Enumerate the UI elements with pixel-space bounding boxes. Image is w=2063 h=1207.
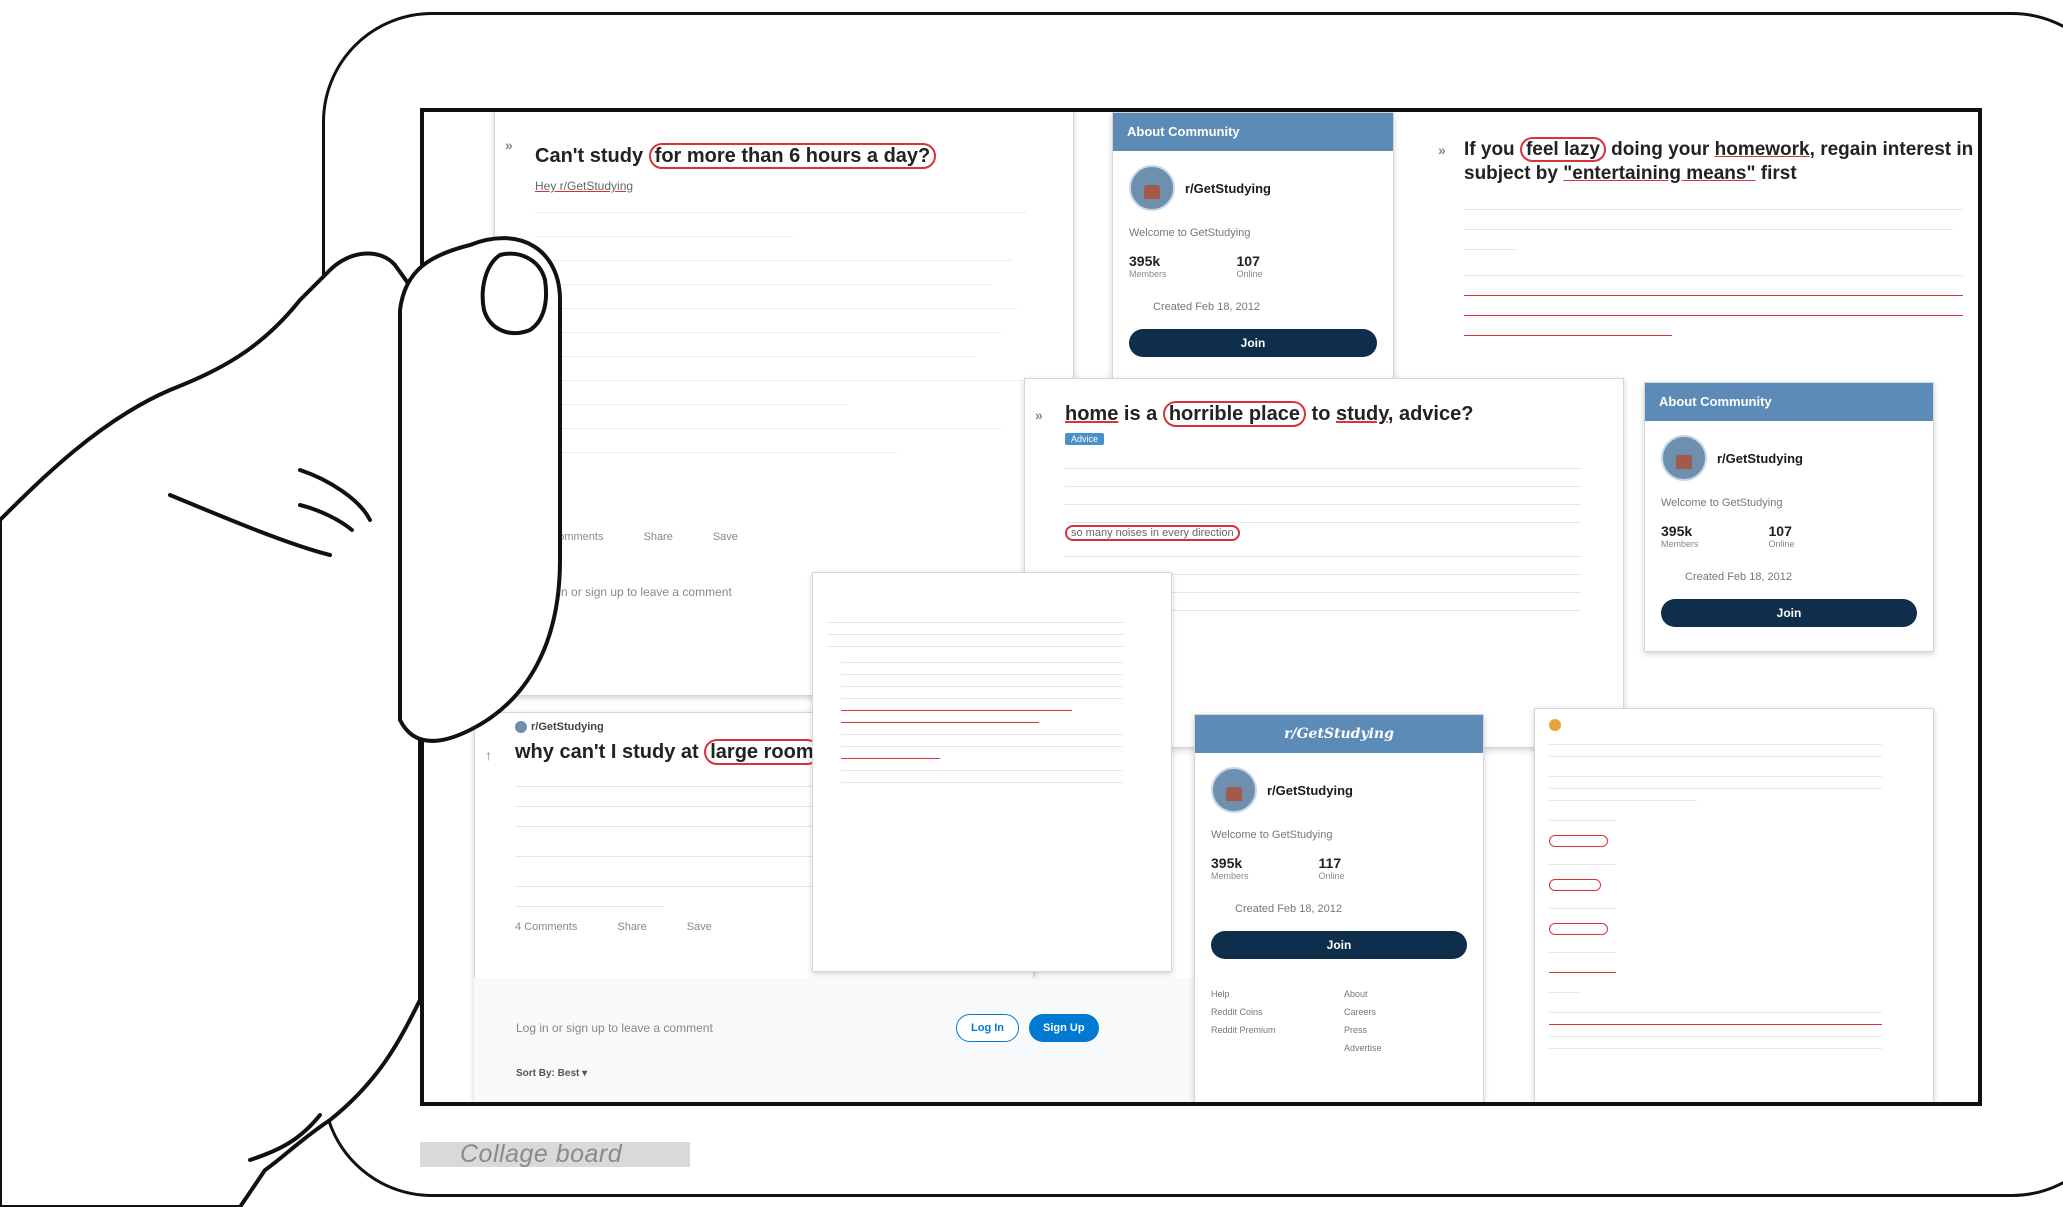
post-title[interactable]: home is a horrible place to study, advic… <box>1065 401 1603 427</box>
post-meta <box>1065 385 1603 397</box>
post-greeting: Hey r/GetStudying <box>535 179 634 193</box>
comment-body <box>827 617 1157 783</box>
created-date: Created Feb 18, 2012 <box>1235 903 1343 915</box>
online-label: Online <box>1318 871 1345 881</box>
post-body <box>535 203 1053 513</box>
about-community-widget: About Community r/GetStudying Welcome to… <box>1644 382 1934 652</box>
post-card-lazy: » If you feel lazy doing your homework, … <box>1434 112 1978 412</box>
caption-label: Collage board <box>420 1142 690 1167</box>
share-button[interactable]: Share <box>617 921 646 933</box>
award-icon: » <box>1438 142 1446 158</box>
comment-body <box>1549 739 1919 1049</box>
about-header: About Community <box>1113 113 1393 151</box>
footer-link[interactable]: Careers <box>1344 1007 1467 1017</box>
signup-button[interactable]: Sign Up <box>1029 1014 1099 1042</box>
share-button[interactable]: Share <box>643 531 672 543</box>
community-welcome: Welcome to GetStudying <box>1661 497 1783 509</box>
tablet-screen: » Can't study for more than 6 hours a da… <box>420 108 1982 1106</box>
comment-toolbar <box>827 587 1157 601</box>
members-label: Members <box>1211 871 1249 881</box>
post-title[interactable]: If you feel lazy doing your homework, re… <box>1464 137 1978 186</box>
post-title[interactable]: Can't study for more than 6 hours a day? <box>535 143 1053 169</box>
post-meta <box>1464 122 1978 134</box>
subreddit-icon <box>515 721 527 734</box>
comment-bar: Log in or sign up to leave a comment Log… <box>474 978 1194 1102</box>
members-count: 395k <box>1211 855 1243 871</box>
community-avatar <box>1211 767 1257 813</box>
community-name[interactable]: r/GetStudying <box>1185 181 1271 196</box>
footer-link[interactable]: Reddit Coins <box>1211 1007 1334 1017</box>
save-button[interactable]: Save <box>713 531 738 543</box>
login-button[interactable]: Log In <box>956 1014 1019 1042</box>
vote-icon[interactable]: ↑ <box>485 747 492 763</box>
about-community-widget: r/GetStudying r/GetStudying Welcome to G… <box>1194 714 1484 1102</box>
join-button[interactable]: Join <box>1211 931 1467 959</box>
community-welcome: Welcome to GetStudying <box>1129 227 1251 239</box>
footer-link[interactable]: Help <box>1211 989 1334 999</box>
footer-link[interactable]: Advertise <box>1344 1043 1467 1053</box>
online-label: Online <box>1768 539 1795 549</box>
comment-card-right <box>1534 708 1934 1102</box>
sort-dropdown[interactable]: Sort By: Best ▾ <box>474 1042 1194 1079</box>
created-date: Created Feb 18, 2012 <box>1153 301 1261 313</box>
community-avatar <box>1129 165 1175 211</box>
footer-link[interactable]: Press <box>1344 1025 1467 1035</box>
online-label: Online <box>1236 269 1263 279</box>
footer-links: Help About Reddit Coins Careers Reddit P… <box>1211 989 1467 1053</box>
comment-thread-card <box>812 572 1172 972</box>
community-name[interactable]: r/GetStudying <box>1717 451 1803 466</box>
comments-button[interactable]: 4 Comments <box>515 921 577 933</box>
join-button[interactable]: Join <box>1129 329 1377 357</box>
members-count: 395k <box>1129 253 1161 269</box>
community-name[interactable]: r/GetStudying <box>1267 783 1353 798</box>
post-actions: 22 Comments Share Save <box>535 531 1053 543</box>
chevron-down-icon: ▾ <box>582 1068 588 1079</box>
login-prompt: Log in or sign up to leave a comment <box>516 1021 713 1035</box>
post-body <box>1464 200 1978 336</box>
community-avatar <box>1661 435 1707 481</box>
members-label: Members <box>1661 539 1699 549</box>
about-header: r/GetStudying <box>1195 715 1483 753</box>
save-button[interactable]: Save <box>687 921 712 933</box>
highlighted-phrase: so many noises in every direction <box>1065 525 1240 541</box>
comments-button[interactable]: 22 Comments <box>535 531 603 543</box>
post-meta <box>535 127 1053 139</box>
about-header: About Community <box>1645 383 1933 421</box>
community-welcome: Welcome to GetStudying <box>1211 829 1333 841</box>
footer-link[interactable]: Reddit Premium <box>1211 1025 1334 1035</box>
flair-tag: Advice <box>1065 433 1105 445</box>
created-date: Created Feb 18, 2012 <box>1685 571 1793 583</box>
join-button[interactable]: Join <box>1661 599 1917 627</box>
online-count: 107 <box>1768 523 1792 539</box>
commenter-avatar <box>1549 719 1561 731</box>
award-icon: » <box>505 137 513 153</box>
online-count: 107 <box>1236 253 1260 269</box>
award-icon: » <box>1035 407 1043 423</box>
members-label: Members <box>1129 269 1167 279</box>
about-community-widget: About Community r/GetStudying Welcome to… <box>1112 112 1394 382</box>
online-count: 117 <box>1318 855 1342 871</box>
members-count: 395k <box>1661 523 1693 539</box>
footer-link[interactable]: About <box>1344 989 1467 999</box>
